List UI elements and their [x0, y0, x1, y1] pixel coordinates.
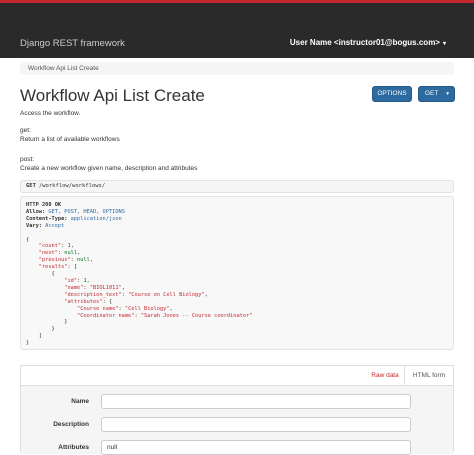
response-body: HTTP 200 OK Allow: GET, POST, HEAD, OPTI…	[20, 196, 454, 350]
course-name-value: "Cell Biology"	[124, 305, 170, 312]
breadcrumb-item[interactable]: Workflow Api List Create	[28, 65, 99, 72]
allow-value: GET, POST, HEAD, OPTIONS	[48, 208, 125, 215]
coordinator-name-value: "Sarah Jones -- Course coordinator"	[140, 312, 253, 319]
description-get-heading: get:	[20, 127, 31, 134]
tab-raw-data[interactable]: Raw data	[366, 366, 404, 386]
request-forms: Raw data HTML form Name Description Attr…	[20, 365, 454, 455]
content-type-label: Content-Type:	[26, 215, 68, 222]
content-type-value: application/json	[70, 215, 122, 222]
count-value: 1	[67, 243, 71, 250]
page-title: Workflow Api List Create	[20, 86, 205, 105]
name-value: "BIOL1011"	[89, 284, 122, 291]
description-label: Description	[53, 421, 89, 428]
name-label: Name	[71, 398, 89, 405]
response-status: HTTP 200 OK	[26, 202, 62, 208]
tab-html-form[interactable]: HTML form	[404, 365, 454, 385]
attributes-input[interactable]: null	[101, 440, 411, 455]
attributes-label: Attributes	[58, 444, 89, 451]
allow-label: Allow:	[26, 208, 46, 215]
description-get-text: Return a list of available workflows	[20, 136, 120, 143]
vary-value: Accept	[45, 222, 65, 229]
description-post-heading: post:	[20, 156, 35, 163]
name-input[interactable]	[101, 394, 411, 409]
id-value: 1	[83, 277, 87, 284]
chevron-down-icon: ▾	[442, 41, 446, 47]
description-post-text: Create a new workflow given name, descri…	[20, 165, 198, 172]
navbar: Django REST framework User Name <instruc…	[0, 0, 474, 58]
breadcrumb: Workflow Api List Create	[20, 62, 454, 75]
request-info: GET/workflow/workflows/	[20, 180, 454, 193]
html-form-panel: Name Description Attributes null	[21, 385, 453, 455]
brand-link[interactable]: Django REST framework	[20, 38, 125, 49]
user-menu[interactable]: User Name <instructor01@bogus.com> ▾	[290, 38, 446, 47]
request-path: /workflow/workflows/	[38, 183, 106, 189]
get-button[interactable]: GET ▾	[418, 86, 455, 102]
user-name: User Name <instructor01@bogus.com>	[289, 38, 440, 47]
get-button-label: GET	[425, 90, 439, 97]
previous-value: null	[77, 257, 90, 264]
next-value: null	[64, 250, 78, 257]
description-input[interactable]	[101, 417, 411, 432]
options-button[interactable]: OPTIONS	[372, 86, 412, 102]
vary-label: Vary:	[26, 222, 42, 229]
request-method: GET	[26, 183, 36, 189]
chevron-down-icon[interactable]: ▾	[446, 87, 449, 101]
description-access: Access the workflow.	[20, 110, 81, 117]
description-text-value: "Course on Cell Biology"	[128, 291, 205, 298]
